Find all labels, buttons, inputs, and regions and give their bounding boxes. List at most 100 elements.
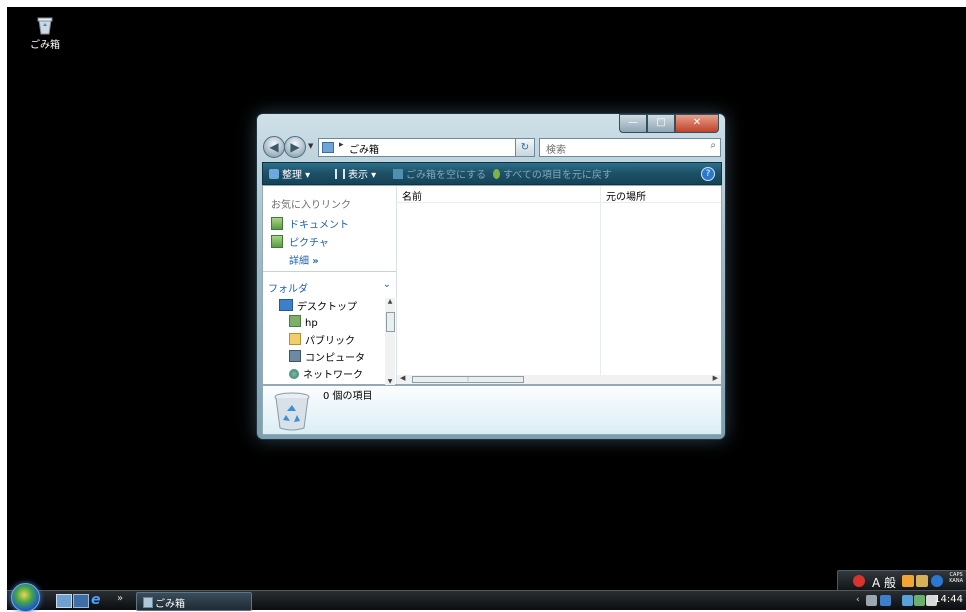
internet-explorer-icon[interactable]: e <box>91 593 105 607</box>
start-button[interactable] <box>11 583 40 612</box>
scroll-down-icon[interactable]: ▼ <box>385 378 395 385</box>
network-icon[interactable] <box>914 595 925 606</box>
caption-buttons: — □ ✕ <box>619 114 719 133</box>
security-icon[interactable] <box>902 595 913 606</box>
folders-pane: フォルダ ⌄ デスクトップ hp パブリック コンピュータ ネットワーク ▲ ▼ <box>263 271 396 385</box>
minimize-button[interactable]: — <box>619 114 647 133</box>
command-bar: 整理 ▾ 表示 ▾ ごみ箱を空にする すべての項目を元に戻す ? <box>262 162 722 185</box>
taskbar-button-recycle-bin[interactable]: ごみ箱 <box>136 592 252 611</box>
desktop-recycle-bin[interactable]: ごみ箱 <box>25 17 65 51</box>
header-divider <box>397 202 721 203</box>
tree-label: デスクトップ <box>297 302 357 313</box>
scroll-right-icon[interactable]: ▶ <box>713 374 718 382</box>
horizontal-scroll-thumb[interactable]: ⦙ <box>412 376 524 383</box>
back-arrow-icon: ◀ <box>269 140 279 154</box>
scroll-up-icon[interactable]: ▲ <box>385 298 395 305</box>
tree-item-hp[interactable]: hp <box>289 315 318 329</box>
views-button[interactable]: 表示 ▾ <box>335 166 376 181</box>
computer-icon <box>289 350 301 362</box>
taskbar-button-label: ごみ箱 <box>155 599 185 610</box>
pictures-icon <box>271 235 283 248</box>
explorer-client: お気に入りリンク ドキュメント ピクチャ 詳細 » フォルダ ⌄ デスクトップ … <box>262 185 722 385</box>
help-icon[interactable] <box>931 575 943 587</box>
scroll-thumb[interactable] <box>386 312 395 332</box>
navigation-pane: お気に入りリンク ドキュメント ピクチャ 詳細 » フォルダ ⌄ デスクトップ … <box>263 186 397 385</box>
empty-bin-icon <box>393 169 403 179</box>
breadcrumb-recycle-bin[interactable]: ごみ箱 <box>349 141 379 156</box>
more-links[interactable]: 詳細 » <box>289 252 319 267</box>
forward-arrow-icon: ▶ <box>290 140 300 154</box>
address-row: ◀ ▶ ▼ ▸ ごみ箱 ▼ ↻ 検索 ⌕ <box>263 136 721 158</box>
tree-label: パブリック <box>305 336 355 347</box>
desktop-icon-label: ごみ箱 <box>30 40 60 51</box>
search-placeholder: 検索 <box>546 145 566 156</box>
clock[interactable]: 14:44 <box>934 594 963 605</box>
maximize-button[interactable]: □ <box>647 114 675 133</box>
folders-header[interactable]: フォルダ <box>268 280 308 295</box>
close-button[interactable]: ✕ <box>675 114 719 133</box>
item-count: 0 個の項目 <box>323 391 373 402</box>
scroll-left-icon[interactable]: ◀ <box>400 374 405 382</box>
column-divider[interactable] <box>600 186 601 375</box>
folders-vertical-scrollbar[interactable]: ▲ ▼ <box>385 298 395 385</box>
tree-item-network[interactable]: ネットワーク <box>289 366 363 381</box>
views-icon <box>335 169 345 179</box>
kana-label: KANA <box>949 578 963 584</box>
chevron-right-icon: » <box>312 256 319 267</box>
back-button[interactable]: ◀ <box>263 136 285 158</box>
caps-kana-indicator: CAPS KANA <box>949 572 963 584</box>
file-list: 名前 元の場所 ◀ ⦙ ▶ <box>397 186 721 384</box>
restore-icon <box>493 169 500 179</box>
favorite-pictures[interactable]: ピクチャ <box>271 234 329 249</box>
search-icon[interactable]: ⌕ <box>710 140 716 151</box>
favorites-header: お気に入りリンク <box>271 200 351 211</box>
recycle-bin-large-icon <box>274 392 310 431</box>
dictionary-icon[interactable] <box>916 575 928 587</box>
ime-pad-icon[interactable] <box>853 575 865 587</box>
recycle-bin-icon <box>143 597 153 608</box>
chevron-right-icon[interactable]: » <box>117 594 131 606</box>
address-bar[interactable]: ▸ ごみ箱 ▼ <box>318 138 531 157</box>
views-label: 表示 <box>348 170 368 181</box>
restore-all-button[interactable]: すべての項目を元に戻す <box>493 166 612 181</box>
network-icon <box>289 369 299 379</box>
show-desktop-icon[interactable] <box>56 594 72 608</box>
taskbar: e » ごみ箱 ‹ 14:44 <box>7 583 966 612</box>
empty-bin-label: ごみ箱を空にする <box>406 170 487 181</box>
tree-item-desktop[interactable]: デスクトップ <box>279 298 357 313</box>
empty-bin-button[interactable]: ごみ箱を空にする <box>393 166 486 181</box>
tools-icon[interactable] <box>902 575 914 587</box>
organize-label: 整理 <box>282 170 302 181</box>
recycle-folder-icon <box>322 142 334 153</box>
user-folder-icon <box>289 315 301 327</box>
chevron-down-icon[interactable]: ⌄ <box>383 279 391 290</box>
help-button[interactable]: ? <box>701 167 715 181</box>
breadcrumb-separator[interactable]: ▸ <box>339 140 344 150</box>
search-box[interactable]: 検索 ⌕ <box>539 138 721 157</box>
help-icon: ? <box>705 169 711 179</box>
history-dropdown-icon[interactable]: ▼ <box>308 142 313 150</box>
restore-all-label: すべての項目を元に戻す <box>503 170 612 181</box>
refresh-button[interactable]: ↻ <box>515 138 535 157</box>
desktop-icon <box>279 299 293 311</box>
display-icon[interactable] <box>880 595 891 606</box>
favorite-documents[interactable]: ドキュメント <box>271 216 349 231</box>
language-bar: A 般 CAPS KANA <box>837 570 966 592</box>
documents-icon <box>271 217 283 230</box>
column-name[interactable]: 名前 <box>402 188 422 203</box>
tree-item-public[interactable]: パブリック <box>289 332 355 347</box>
forward-button[interactable]: ▶ <box>284 136 306 158</box>
ime-mode[interactable]: A 般 <box>872 574 896 591</box>
favorite-label: ドキュメント <box>289 220 349 231</box>
details-pane: 0 個の項目 <box>262 385 722 435</box>
switch-windows-icon[interactable] <box>73 594 89 608</box>
folder-icon <box>289 333 301 345</box>
system-tray: ‹ 14:44 <box>850 593 966 609</box>
refresh-icon: ↻ <box>520 142 530 153</box>
column-original-location[interactable]: 元の場所 <box>606 188 646 203</box>
tray-icon[interactable] <box>866 595 877 606</box>
horizontal-scrollbar[interactable]: ◀ ⦙ ▶ <box>397 374 721 384</box>
organize-button[interactable]: 整理 ▾ <box>269 166 310 181</box>
tree-item-computer[interactable]: コンピュータ <box>289 349 365 364</box>
more-links-label: 詳細 <box>289 256 309 267</box>
